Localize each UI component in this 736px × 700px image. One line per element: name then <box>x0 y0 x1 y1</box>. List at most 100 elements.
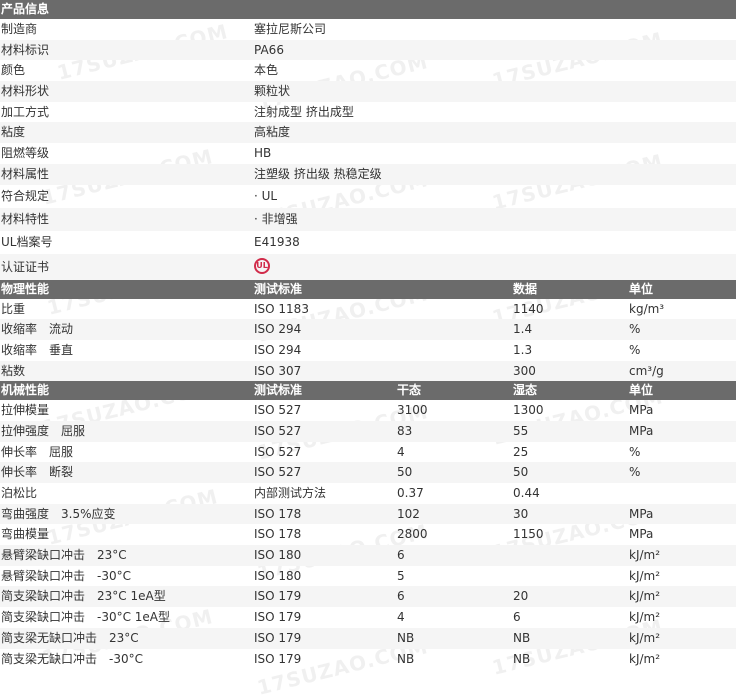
table-row: 简支梁缺口冲击 23°C 1eA型 ISO 179 6 20 kJ/m² <box>0 586 736 608</box>
header-standard: 测试标准 <box>254 281 303 296</box>
physical-properties-header: 物理性能 测试标准 数据 单位 <box>0 279 736 299</box>
dry-value: 6 <box>397 589 405 604</box>
header-unit: 单位 <box>629 383 654 398</box>
table-row: 悬臂梁缺口冲击 23°C ISO 180 6 kJ/m² <box>0 545 736 566</box>
product-label: 材料形状 <box>1 84 50 99</box>
header-dry: 干态 <box>397 383 422 398</box>
dry-value: 6 <box>397 548 405 563</box>
dry-value: 83 <box>397 423 413 438</box>
property-unit: % <box>629 322 641 337</box>
table-row: 简支梁无缺口冲击 -30°C ISO 179 NB NB kJ/m² <box>0 649 736 670</box>
ul-certification-icon: UL <box>254 257 270 274</box>
test-standard: 内部测试方法 <box>254 486 327 500</box>
product-value: HB <box>254 146 272 161</box>
table-row: 收缩率 垂直 ISO 294 1.3% <box>0 340 736 361</box>
product-value: PA66 <box>254 42 284 57</box>
property-value: 1140 <box>513 301 544 316</box>
product-value: 塞拉尼斯公司 <box>254 22 327 36</box>
test-standard: ISO 527 <box>254 444 302 459</box>
test-standard: ISO 294 <box>254 322 302 337</box>
property-unit: cm³/g <box>629 363 664 378</box>
property-unit: MPa <box>629 506 654 521</box>
property-value: 1.3 <box>513 342 533 357</box>
table-row: 悬臂梁缺口冲击 -30°C ISO 180 5 kJ/m² <box>0 566 736 587</box>
product-row: 加工方式 注射成型 挤出成型 <box>0 102 736 123</box>
table-row: 收缩率 流动 ISO 294 1.4% <box>0 319 736 340</box>
wet-value: 25 <box>513 444 529 459</box>
product-label: 阻燃等级 <box>1 146 50 161</box>
property-name: 悬臂梁缺口冲击 23°C <box>1 548 127 563</box>
property-name: 泊松比 <box>1 486 38 500</box>
dry-value: NB <box>397 651 415 666</box>
header-standard: 测试标准 <box>254 383 303 398</box>
property-name: 伸长率 断裂 <box>1 465 74 480</box>
property-name: 比重 <box>1 301 26 316</box>
dry-value: NB <box>397 630 415 645</box>
table-row: 伸长率 断裂 ISO 527 50 50% <box>0 462 736 483</box>
product-label: 材料特性 <box>1 211 50 226</box>
table-row: 弯曲模量 ISO 178 2800 1150 MPa <box>0 524 736 545</box>
product-value: 高粘度 <box>254 125 291 140</box>
property-name: 悬臂梁缺口冲击 -30°C <box>1 568 131 583</box>
property-name: 拉伸模量 <box>1 403 50 418</box>
property-unit: kg/m³ <box>629 301 665 316</box>
test-standard: ISO 527 <box>254 403 302 418</box>
wet-value: NB <box>513 630 531 645</box>
wet-value: 1300 <box>513 403 544 418</box>
header-wet: 湿态 <box>513 383 538 398</box>
product-row-certificate: 认证证书 UL <box>0 253 736 280</box>
wet-value: NB <box>513 651 531 666</box>
property-unit: MPa <box>629 403 654 418</box>
product-row: 材料特性 · 非增强 <box>0 207 736 231</box>
product-value: 注射成型 挤出成型 <box>254 104 354 119</box>
table-row: 拉伸模量 ISO 527 3100 1300 MPa <box>0 400 736 421</box>
dry-value: 0.37 <box>397 486 424 500</box>
table-row: 泊松比 内部测试方法 0.37 0.44 <box>0 483 736 504</box>
product-info-header: 产品信息 <box>0 0 736 19</box>
property-name: 简支梁无缺口冲击 -30°C <box>1 651 143 666</box>
table-row: 粘数 ISO 307 300 cm³/g <box>0 360 736 382</box>
wet-value: 6 <box>513 610 521 625</box>
product-value: E41938 <box>254 234 300 249</box>
wet-value: 1150 <box>513 527 544 542</box>
header-property: 物理性能 <box>1 281 50 296</box>
wet-value: 50 <box>513 465 529 480</box>
product-row: 颜色 本色 <box>0 60 736 81</box>
header-property: 机械性能 <box>1 383 50 398</box>
table-row: 弯曲强度 3.5%应变 ISO 178 102 30 MPa <box>0 503 736 525</box>
wet-value: 55 <box>513 423 529 438</box>
product-row: 材料属性 注塑级 挤出级 热稳定级 <box>0 163 736 185</box>
test-standard: ISO 1183 <box>254 301 309 316</box>
product-value: 注塑级 挤出级 热稳定级 <box>254 166 382 181</box>
table-row: 比重 ISO 1183 1140 kg/m³ <box>0 299 736 320</box>
property-name: 收缩率 垂直 <box>1 342 74 357</box>
property-name: 收缩率 流动 <box>1 322 74 337</box>
property-name: 粘数 <box>1 363 26 378</box>
product-label: 制造商 <box>1 22 38 36</box>
header-data: 数据 <box>513 281 538 296</box>
property-name: 简支梁缺口冲击 23°C 1eA型 <box>1 589 166 604</box>
wet-value: 20 <box>513 589 529 604</box>
table-row: 拉伸强度 屈服 ISO 527 83 55 MPa <box>0 420 736 442</box>
property-unit: MPa <box>629 423 654 438</box>
certificate-label: 认证证书 <box>1 259 50 274</box>
property-value: 300 <box>513 363 536 378</box>
test-standard: ISO 527 <box>254 423 302 438</box>
product-label: 粘度 <box>1 125 26 140</box>
test-standard: ISO 294 <box>254 342 302 357</box>
product-value: · UL <box>254 188 278 203</box>
property-unit: kJ/m² <box>629 589 661 604</box>
header-unit: 单位 <box>629 281 654 296</box>
test-standard: ISO 180 <box>254 568 302 583</box>
test-standard: ISO 178 <box>254 527 302 542</box>
property-unit: MPa <box>629 527 654 542</box>
product-value: 本色 <box>254 63 279 78</box>
test-standard: ISO 179 <box>254 651 302 666</box>
product-label: 材料标识 <box>1 42 50 57</box>
property-name: 拉伸强度 屈服 <box>1 423 86 438</box>
mechanical-properties-header: 机械性能 测试标准 干态 湿态 单位 <box>0 381 736 401</box>
property-unit: kJ/m² <box>629 548 661 563</box>
property-unit: kJ/m² <box>629 568 661 583</box>
product-value: 颗粒状 <box>254 84 291 99</box>
property-name: 简支梁缺口冲击 -30°C 1eA型 <box>1 610 171 625</box>
